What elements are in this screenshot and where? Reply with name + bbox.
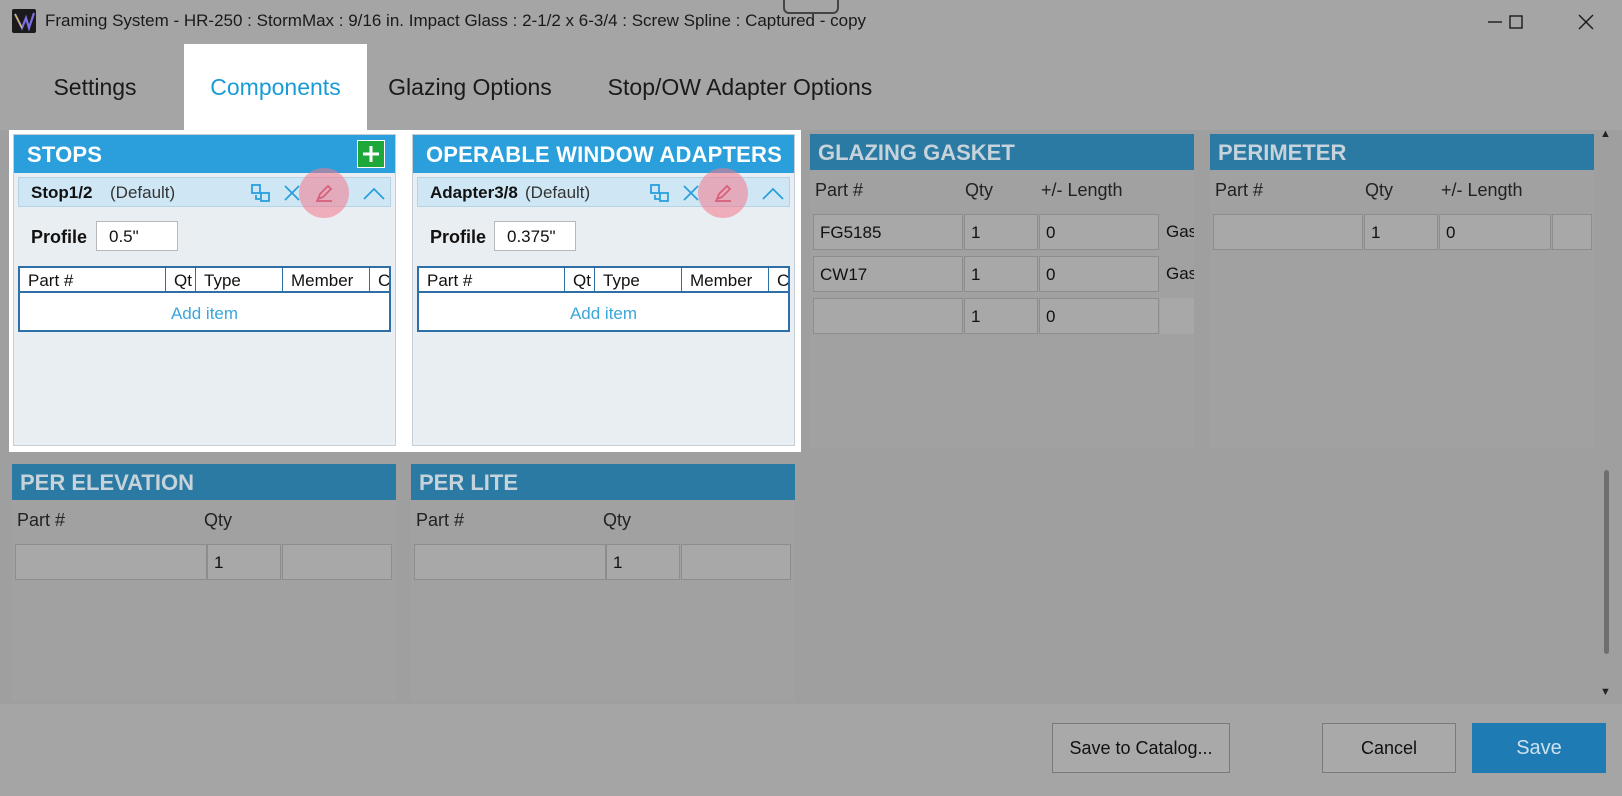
tab-stop-ow-adapter-options[interactable]: Stop/OW Adapter Options xyxy=(590,44,890,130)
stop-profile-input[interactable]: 0.5" xyxy=(96,221,178,251)
gasket-part-cell[interactable]: CW17 xyxy=(813,256,963,292)
tab-components[interactable]: Components xyxy=(184,44,367,130)
elevation-col-part: Part # xyxy=(17,510,66,530)
col-member[interactable]: Member xyxy=(283,268,370,291)
lite-part-cell[interactable] xyxy=(414,544,606,580)
stop-item-row[interactable]: Stop1/2 (Default) xyxy=(18,168,391,218)
collapse-chevron-up-icon[interactable] xyxy=(361,181,387,205)
perimeter-part-cell[interactable] xyxy=(1213,214,1363,250)
app-logo-icon xyxy=(12,9,36,33)
add-stop-button[interactable] xyxy=(357,140,385,168)
perimeter-col-part: Part # xyxy=(1215,180,1264,200)
stop-item-name: Stop1/2 xyxy=(31,183,93,202)
save-to-catalog-button[interactable]: Save to Catalog... xyxy=(1052,723,1230,773)
lite-extra-cell xyxy=(681,544,791,580)
per-lite-card: PER LITE Part # Qty 1 xyxy=(411,464,795,701)
adapter-item-default: (Default) xyxy=(525,183,591,202)
stop-grid-header: Part # Qt Type Member C xyxy=(20,268,389,293)
stops-header: STOPS xyxy=(14,135,395,173)
col-type[interactable]: Type xyxy=(196,268,283,291)
col-c[interactable]: C xyxy=(370,268,389,291)
col-part[interactable]: Part # xyxy=(20,268,166,291)
perimeter-col-length: +/- Length xyxy=(1441,180,1523,200)
adapter-item-row[interactable]: Adapter3/8 (Default) xyxy=(417,168,790,218)
per-elevation-header: PER ELEVATION xyxy=(12,464,396,500)
glazing-gasket-header: GLAZING GASKET xyxy=(810,134,1194,170)
stops-title: STOPS xyxy=(27,142,103,167)
adapter-parts-grid: Part # Qt Type Member C Add item xyxy=(417,266,790,332)
edit-item-icon[interactable] xyxy=(710,181,736,205)
adapter-add-item-link[interactable]: Add item xyxy=(419,295,788,332)
edit-item-icon[interactable] xyxy=(311,181,337,205)
maximize-icon[interactable] xyxy=(1493,6,1539,38)
col-qty[interactable]: Qt xyxy=(166,268,196,291)
col-member[interactable]: Member xyxy=(682,268,769,291)
gasket-length-cell[interactable]: 0 xyxy=(1039,256,1159,292)
per-lite-header: PER LITE xyxy=(411,464,795,500)
tab-bar: Settings Components Glazing Options Stop… xyxy=(0,44,1622,130)
perimeter-qty-cell[interactable]: 1 xyxy=(1364,214,1438,250)
adapter-profile-label: Profile xyxy=(430,227,487,247)
perimeter-length-cell[interactable]: 0 xyxy=(1439,214,1551,250)
perimeter-header: PERIMETER xyxy=(1210,134,1594,170)
gasket-col-qty: Qty xyxy=(965,180,994,200)
gasket-qty-cell[interactable]: 1 xyxy=(964,298,1038,334)
elevation-part-cell[interactable] xyxy=(15,544,207,580)
col-c[interactable]: C xyxy=(769,268,788,291)
elevation-qty-cell[interactable]: 1 xyxy=(207,544,281,580)
adapter-item-name: Adapter3/8 xyxy=(430,183,518,202)
title-notch xyxy=(783,0,839,14)
lite-qty-cell[interactable]: 1 xyxy=(606,544,680,580)
per-elevation-card: PER ELEVATION Part # Qty 1 xyxy=(12,464,396,701)
lite-col-qty: Qty xyxy=(603,510,632,530)
elevation-extra-cell xyxy=(282,544,392,580)
scroll-down-icon[interactable]: ▼ xyxy=(1600,686,1611,698)
gasket-length-cell[interactable]: 0 xyxy=(1039,298,1159,334)
perimeter-col-qty: Qty xyxy=(1365,180,1394,200)
glazing-gasket-card: GLAZING GASKET Part # Qty +/- Length FG5… xyxy=(810,134,1194,448)
perimeter-extra-cell xyxy=(1552,214,1592,250)
tab-glazing-options[interactable]: Glazing Options xyxy=(380,44,560,130)
close-icon[interactable] xyxy=(1563,6,1609,38)
gasket-extra-cell xyxy=(1160,298,1194,334)
lite-col-part: Part # xyxy=(416,510,465,530)
adapters-header: OPERABLE WINDOW ADAPTERS xyxy=(413,135,794,173)
col-part[interactable]: Part # xyxy=(419,268,565,291)
save-button[interactable]: Save xyxy=(1472,723,1606,773)
collapse-chevron-up-icon[interactable] xyxy=(760,181,786,205)
stops-card: STOPS Stop1/2 (Default) Profile 0.5" Par… xyxy=(13,134,396,446)
gasket-qty-cell[interactable]: 1 xyxy=(964,214,1038,250)
perimeter-card: PERIMETER Part # Qty +/- Length 1 0 xyxy=(1210,134,1594,448)
adapter-profile-input[interactable]: 0.375" xyxy=(494,221,576,251)
col-type[interactable]: Type xyxy=(595,268,682,291)
adapter-grid-header: Part # Qt Type Member C xyxy=(419,268,788,293)
stop-profile-label: Profile xyxy=(31,227,88,247)
adapters-card: OPERABLE WINDOW ADAPTERS Adapter3/8 (Def… xyxy=(412,134,795,446)
tab-settings[interactable]: Settings xyxy=(35,44,155,130)
elevation-col-qty: Qty xyxy=(204,510,233,530)
gasket-extra-cell: Gask xyxy=(1166,264,1194,283)
cancel-button[interactable]: Cancel xyxy=(1322,723,1456,773)
copy-item-icon[interactable] xyxy=(647,181,673,205)
stop-add-item-link[interactable]: Add item xyxy=(20,295,389,332)
gasket-col-part: Part # xyxy=(815,180,864,200)
adapters-title: OPERABLE WINDOW ADAPTERS xyxy=(426,142,782,167)
stop-parts-grid: Part # Qt Type Member C Add item xyxy=(18,266,391,332)
gasket-col-length: +/- Length xyxy=(1041,180,1123,200)
editable-cards-area: STOPS Stop1/2 (Default) Profile 0.5" Par… xyxy=(9,130,801,452)
window-title: Framing System - HR-250 : StormMax : 9/1… xyxy=(45,11,867,30)
col-qty[interactable]: Qt xyxy=(565,268,595,291)
gasket-extra-cell: Gask xyxy=(1166,222,1194,241)
copy-item-icon[interactable] xyxy=(248,181,274,205)
gasket-part-cell[interactable]: FG5185 xyxy=(813,214,963,250)
gasket-length-cell[interactable]: 0 xyxy=(1039,214,1159,250)
title-bar: Framing System - HR-250 : StormMax : 9/1… xyxy=(0,0,1622,44)
vertical-scrollbar-thumb[interactable] xyxy=(1604,470,1609,654)
gasket-qty-cell[interactable]: 1 xyxy=(964,256,1038,292)
gasket-part-cell[interactable] xyxy=(813,298,963,334)
scroll-up-icon[interactable]: ▲ xyxy=(1600,128,1611,140)
stop-item-default: (Default) xyxy=(110,183,176,202)
